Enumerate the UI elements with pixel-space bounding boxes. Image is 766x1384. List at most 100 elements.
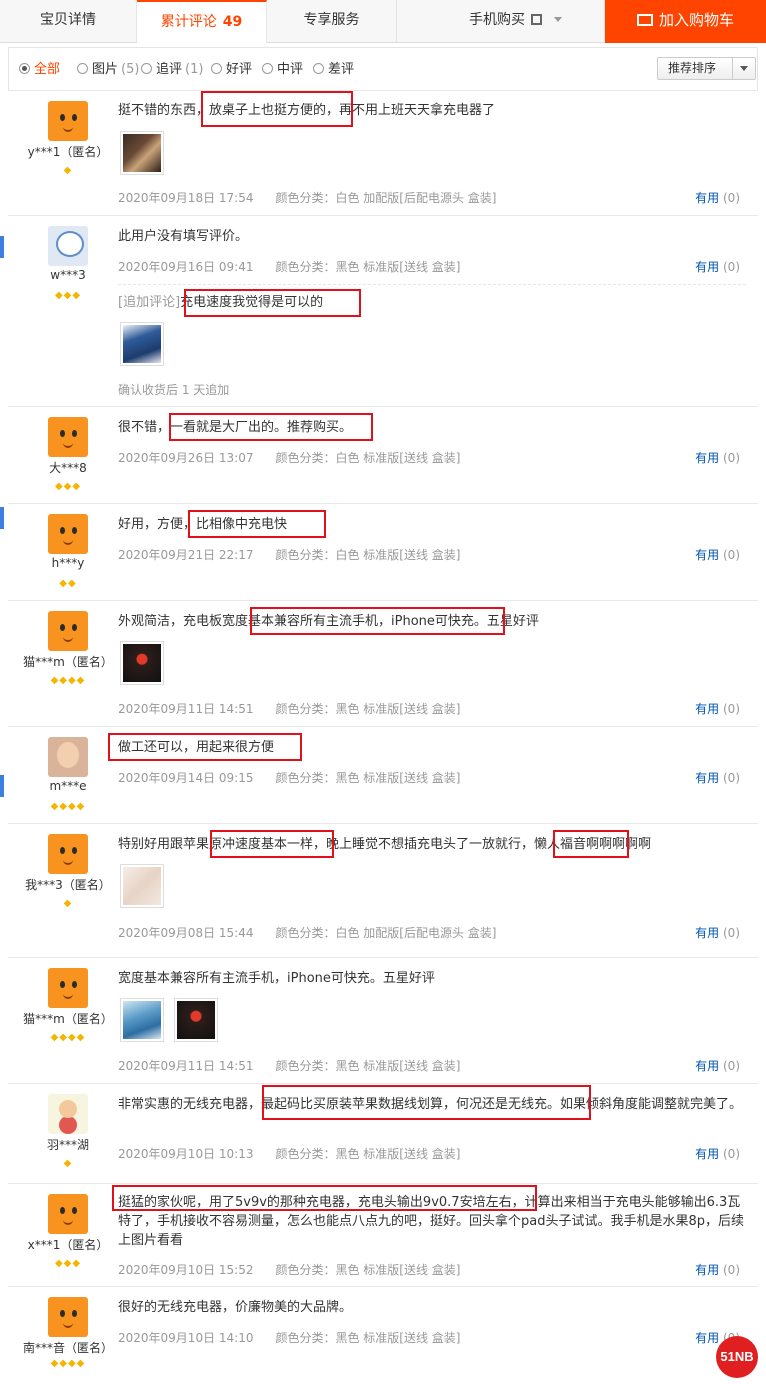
review-item: x***1（匿名） ◆◆◆ 挺猛的家伙呢，用了5v9v的那种充电器，充电头输出9…	[8, 1183, 758, 1286]
watermark-logo: 51NB	[716, 1336, 758, 1378]
filter-neutral-radio[interactable]: 中评	[262, 62, 303, 78]
qrcode-icon	[531, 14, 542, 25]
filter-pictures-count: (5)	[121, 62, 140, 77]
filter-bad-radio[interactable]: 差评	[313, 62, 354, 78]
tab-reviews[interactable]: 累计评论 49	[137, 0, 267, 43]
radio-icon	[211, 63, 222, 74]
sort-label: 推荐排序	[668, 61, 717, 75]
useful-label: 有用	[695, 702, 720, 716]
useful-button[interactable]: 有用 (0)	[695, 189, 740, 206]
useful-button[interactable]: 有用 (0)	[695, 700, 740, 717]
useful-label: 有用	[695, 548, 720, 562]
side-marker	[0, 236, 4, 258]
review-sku: 颜色分类：黑色 标准版[送线 盒装]	[275, 260, 461, 274]
review-item: 羽***湖 ◆ 非常实惠的无线充电器，最起码比买原装苹果数据线划算，何况还是无线…	[8, 1083, 758, 1183]
review-text: 此用户没有填写评价。	[118, 229, 249, 244]
review-date: 2020年09月10日 10:13	[118, 1147, 254, 1161]
highlight-box	[553, 830, 629, 858]
reviewer-level-icon: ◆◆◆◆	[50, 1358, 86, 1369]
reviewer-name: x***1（匿名）	[27, 1238, 109, 1252]
mobile-buy-label: 手机购买	[469, 12, 525, 28]
tab-details[interactable]: 宝贝详情	[0, 0, 137, 42]
useful-button[interactable]: 有用 (0)	[695, 924, 740, 941]
review-photo[interactable]	[120, 864, 164, 908]
highlight-box	[184, 289, 361, 317]
reviewer-level-icon: ◆◆◆◆	[50, 675, 86, 686]
review-sku: 颜色分类：黑色 标准版[送线 盒装]	[275, 1059, 461, 1073]
useful-button[interactable]: 有用 (0)	[695, 1057, 740, 1074]
useful-button[interactable]: 有用 (0)	[695, 258, 740, 275]
useful-label: 有用	[695, 1331, 720, 1345]
reviewer-name: m***e	[49, 779, 87, 793]
highlight-box	[188, 510, 326, 538]
filter-followup-radio[interactable]: 追评 (1)	[141, 62, 203, 78]
avatar	[48, 834, 88, 874]
avatar	[48, 737, 88, 777]
filter-all-radio[interactable]: 全部	[19, 62, 60, 78]
review-sku: 颜色分类：黑色 标准版[送线 盒装]	[275, 1331, 461, 1345]
reviewer-name: 猫***m（匿名）	[23, 1012, 113, 1026]
filter-followup-label: 追评	[156, 62, 183, 77]
side-marker	[0, 507, 4, 529]
review-sku: 颜色分类：黑色 标准版[送线 盒装]	[275, 1263, 461, 1277]
review-photo[interactable]	[120, 131, 164, 175]
radio-icon	[77, 63, 88, 74]
add-to-cart-button[interactable]: 加入购物车	[605, 0, 766, 43]
review-meta: 2020年09月10日 14:10 颜色分类：黑色 标准版[送线 盒装]	[118, 1329, 460, 1346]
useful-button[interactable]: 有用 (0)	[695, 449, 740, 466]
useful-count: (0)	[723, 771, 740, 785]
avatar	[48, 514, 88, 554]
filter-good-radio[interactable]: 好评	[211, 62, 252, 78]
review-sku: 颜色分类：黑色 标准版[送线 盒装]	[275, 702, 461, 716]
reviewer-name: 我***3（匿名）	[25, 878, 111, 892]
tab-bar: 宝贝详情 累计评论 49 专享服务 手机购买 加入购物车	[0, 0, 766, 43]
useful-label: 有用	[695, 771, 720, 785]
filter-good-label: 好评	[226, 62, 253, 77]
review-meta: 2020年09月08日 15:44 颜色分类：白色 加配版[后配电源头 盒装]	[118, 924, 496, 941]
useful-button[interactable]: 有用 (0)	[695, 769, 740, 786]
review-photo[interactable]	[174, 998, 218, 1042]
reviewer-level-icon: ◆◆	[59, 578, 77, 589]
review-item: 猫***m（匿名） ◆◆◆◆ 外观简洁，充电板宽度基本兼容所有主流手机，iPho…	[8, 600, 758, 726]
review-date: 2020年09月11日 14:51	[118, 702, 254, 716]
useful-button[interactable]: 有用 (0)	[695, 1261, 740, 1278]
reviewer-level-icon: ◆	[63, 898, 73, 909]
review-date: 2020年09月26日 13:07	[118, 451, 254, 465]
useful-button[interactable]: 有用 (0)	[695, 1145, 740, 1162]
add-to-cart-label: 加入购物车	[658, 11, 734, 29]
useful-count: (0)	[723, 451, 740, 465]
sort-dropdown[interactable]: 推荐排序	[657, 57, 756, 80]
useful-count: (0)	[723, 191, 740, 205]
radio-icon	[262, 63, 273, 74]
useful-label: 有用	[695, 1147, 720, 1161]
review-date: 2020年09月11日 14:51	[118, 1059, 254, 1073]
review-sku: 颜色分类：白色 标准版[送线 盒装]	[275, 451, 461, 465]
followup-note: 确认收货后 1 天追加	[118, 383, 230, 397]
avatar	[48, 1194, 88, 1234]
review-meta: 2020年09月18日 17:54 颜色分类：白色 加配版[后配电源头 盒装]	[118, 189, 496, 206]
review-date: 2020年09月08日 15:44	[118, 926, 254, 940]
useful-button[interactable]: 有用 (0)	[695, 546, 740, 563]
review-filter-bar: 全部 图片 (5) 追评 (1) 好评 中评 差评 推荐排序	[8, 47, 758, 90]
avatar	[48, 101, 88, 141]
reviewer-level-icon: ◆◆◆	[54, 290, 82, 301]
review-date: 2020年09月21日 22:17	[118, 548, 254, 562]
review-text: 很好的无线充电器，价廉物美的大品牌。	[118, 1300, 353, 1315]
filter-all-label: 全部	[34, 62, 61, 77]
useful-label: 有用	[695, 1263, 720, 1277]
reviewer-name: w***3	[50, 268, 86, 282]
highlight-box	[262, 1085, 591, 1120]
mobile-buy-button[interactable]: 手机购买	[397, 0, 605, 42]
useful-count: (0)	[723, 1147, 740, 1161]
highlight-box	[169, 413, 373, 441]
filter-pictures-radio[interactable]: 图片 (5)	[77, 62, 139, 78]
useful-count: (0)	[723, 260, 740, 274]
review-photo[interactable]	[120, 998, 164, 1042]
review-sku: 颜色分类：黑色 标准版[送线 盒装]	[275, 1147, 461, 1161]
review-photo[interactable]	[120, 641, 164, 685]
review-video-thumb[interactable]	[120, 322, 164, 366]
useful-count: (0)	[723, 1263, 740, 1277]
filter-neutral-label: 中评	[277, 62, 304, 77]
tab-service[interactable]: 专享服务	[267, 0, 397, 42]
reviewer-name: 猫***m（匿名）	[23, 655, 113, 669]
